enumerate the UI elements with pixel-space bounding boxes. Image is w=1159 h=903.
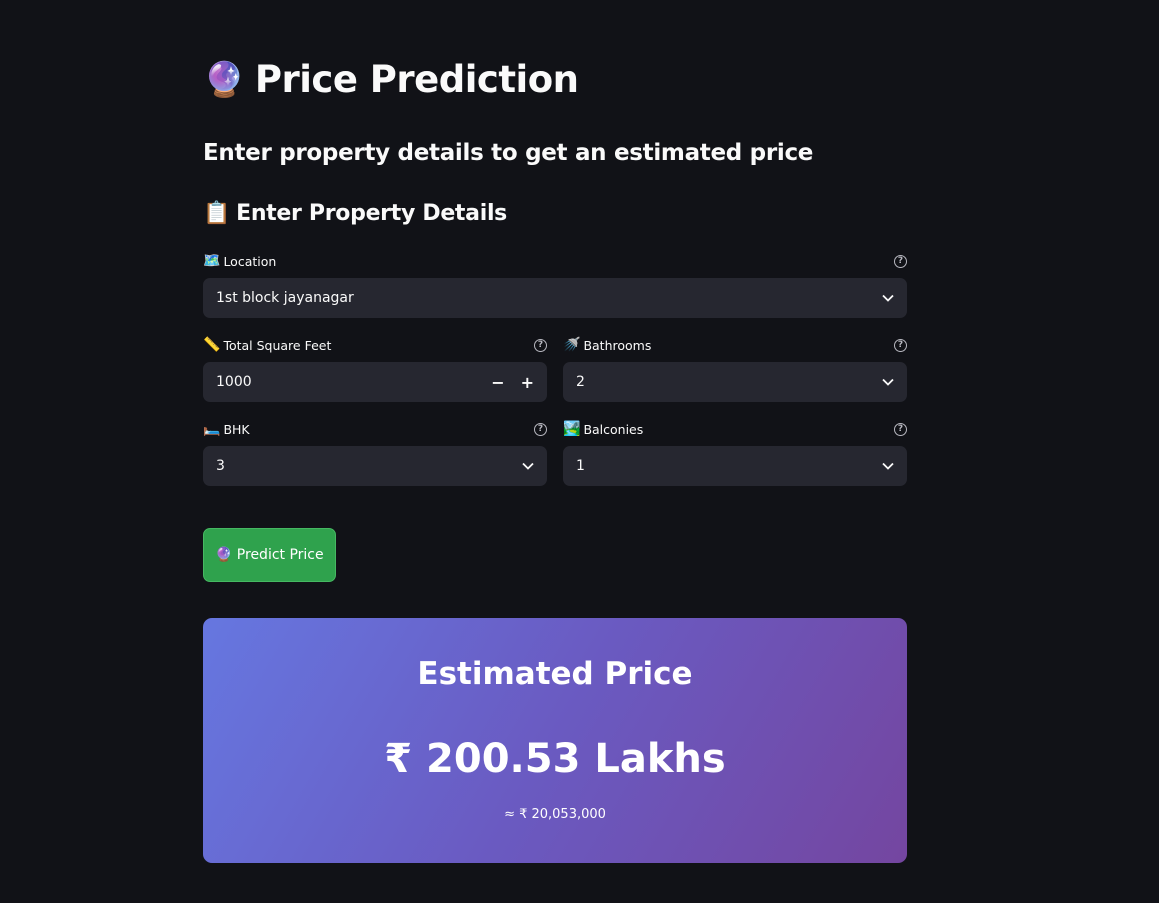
bhk-value: 3 [216, 458, 225, 474]
balconies-label: 🏞️ Balconies [563, 422, 643, 437]
location-label-text: Location [223, 253, 277, 269]
help-icon[interactable]: ? [534, 422, 547, 436]
location-select[interactable]: 1st block jayanagar [203, 278, 907, 318]
total-sqft-label-text: Total Square Feet [223, 337, 332, 353]
bhk-field: 🛏️ BHK ? 3 [203, 419, 547, 486]
location-value: 1st block jayanagar [216, 290, 354, 306]
balconies-value: 1 [576, 458, 585, 474]
location-label: 🗺️ Location [203, 254, 276, 269]
bed-icon: 🛏️ [203, 421, 221, 437]
bathrooms-field: 🚿 Bathrooms ? 2 [563, 335, 907, 402]
balconies-select[interactable]: 1 [563, 446, 907, 486]
estimated-price-title: Estimated Price [417, 656, 693, 692]
chevron-down-icon [882, 376, 894, 389]
bathrooms-label-row: 🚿 Bathrooms ? [563, 335, 907, 355]
section-heading-text: Enter Property Details [236, 201, 507, 226]
total-sqft-value[interactable]: 1000 [216, 374, 252, 390]
chevron-down-icon [882, 460, 894, 473]
predict-price-label: Predict Price [236, 547, 324, 563]
estimated-price-approx: ≈ ₹ 20,053,000 [504, 807, 606, 822]
total-sqft-input[interactable]: 1000 − + [203, 362, 547, 402]
bathrooms-value: 2 [576, 374, 585, 390]
increment-button[interactable]: + [521, 373, 534, 392]
bhk-label: 🛏️ BHK [203, 422, 250, 437]
help-icon[interactable]: ? [894, 422, 907, 436]
estimated-price-card: Estimated Price ₹ 200.53 Lakhs ≈ ₹ 20,05… [203, 618, 907, 863]
page-title: 🔮 Price Prediction [203, 58, 579, 101]
predict-price-button[interactable]: 🔮 Predict Price [203, 528, 336, 582]
section-heading: 📋 Enter Property Details [203, 201, 507, 226]
estimated-price-value: ₹ 200.53 Lakhs [384, 736, 726, 782]
clipboard-icon: 📋 [203, 200, 231, 226]
chevron-down-icon [882, 292, 894, 305]
balconies-field: 🏞️ Balconies ? 1 [563, 419, 907, 486]
crystal-ball-icon: 🔮 [203, 59, 245, 100]
total-sqft-label: 📏 Total Square Feet [203, 338, 331, 353]
balconies-label-row: 🏞️ Balconies ? [563, 419, 907, 439]
help-icon[interactable]: ? [894, 254, 907, 268]
location-label-row: 🗺️ Location ? [203, 251, 907, 271]
location-field: 🗺️ Location ? 1st block jayanagar [203, 251, 907, 318]
total-sqft-label-row: 📏 Total Square Feet ? [203, 335, 547, 355]
decrement-button[interactable]: − [491, 373, 504, 392]
landscape-icon: 🏞️ [563, 421, 581, 437]
shower-icon: 🚿 [563, 337, 581, 353]
bhk-label-row: 🛏️ BHK ? [203, 419, 547, 439]
chevron-down-icon [522, 460, 534, 473]
help-icon[interactable]: ? [534, 338, 547, 352]
bhk-select[interactable]: 3 [203, 446, 547, 486]
help-icon[interactable]: ? [894, 338, 907, 352]
bathrooms-label-text: Bathrooms [583, 337, 652, 353]
balconies-label-text: Balconies [583, 421, 644, 437]
ruler-icon: 📏 [203, 337, 221, 353]
page-subtitle: Enter property details to get an estimat… [203, 140, 814, 166]
total-sqft-field: 📏 Total Square Feet ? 1000 − + [203, 335, 547, 402]
bathrooms-label: 🚿 Bathrooms [563, 338, 651, 353]
bhk-label-text: BHK [223, 421, 250, 437]
map-icon: 🗺️ [203, 253, 221, 269]
crystal-ball-icon: 🔮 [215, 547, 233, 563]
app-page: 🔮 Price Prediction Enter property detail… [0, 0, 1159, 903]
page-title-text: Price Prediction [254, 58, 579, 101]
bathrooms-select[interactable]: 2 [563, 362, 907, 402]
quantity-stepper: − + [491, 373, 534, 392]
